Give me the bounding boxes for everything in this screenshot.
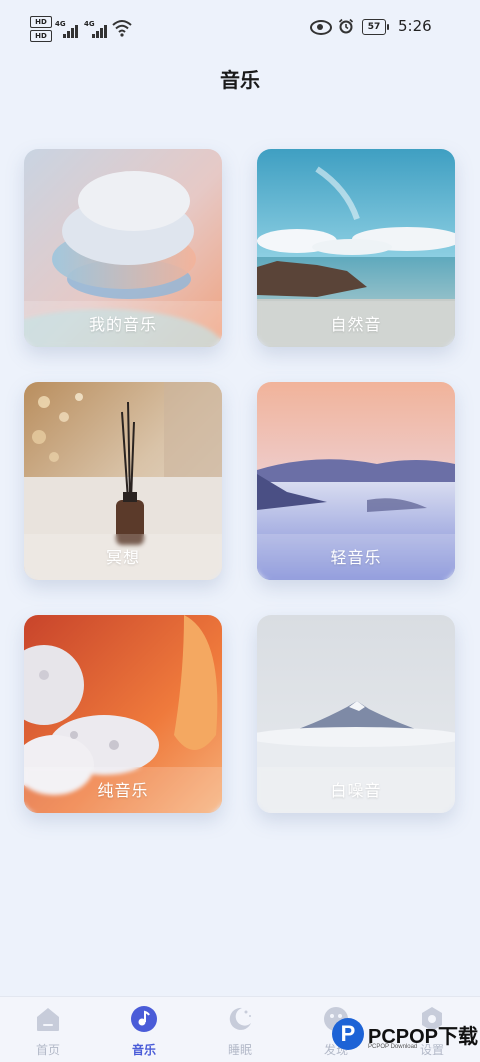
card-nature-sounds[interactable]: 自然音: [257, 149, 455, 347]
page-title: 音乐: [220, 68, 260, 92]
hd-badge: HD: [30, 30, 52, 42]
home-icon: [37, 1008, 59, 1031]
pcpop-watermark: P PCPOP下载 PCPOP Download: [330, 1014, 480, 1061]
music-note-icon: [131, 1006, 157, 1032]
tab-label: 音乐: [131, 1043, 156, 1057]
moon-icon: [229, 1007, 251, 1030]
eye-icon: [310, 20, 332, 35]
watermark-sub: PCPOP Download: [368, 1044, 418, 1050]
card-label: 冥想: [105, 548, 140, 567]
cell-signal-icon: 4G: [55, 20, 81, 38]
card-white-noise[interactable]: 白噪音: [257, 615, 455, 813]
status-right: 57 5:26: [310, 17, 450, 40]
status-bar: HD HD 4G 4G 57 5:26: [0, 0, 480, 52]
card-light-music[interactable]: 轻音乐: [257, 382, 455, 580]
hd-badge: HD: [30, 16, 52, 28]
network-type: 4G: [55, 20, 66, 28]
battery-icon: 57: [362, 19, 389, 35]
card-label: 我的音乐: [88, 315, 157, 334]
card-label: 纯音乐: [97, 781, 149, 800]
network-type: 4G: [84, 20, 95, 28]
tab-music[interactable]: 音乐: [104, 997, 184, 1062]
clock: 5:26: [398, 17, 432, 35]
alarm-icon: [338, 18, 354, 34]
tab-label: 首页: [35, 1043, 60, 1057]
card-pure-music[interactable]: 纯音乐: [24, 615, 222, 813]
card-my-music[interactable]: 我的音乐: [24, 149, 222, 347]
tab-label: 睡眠: [227, 1043, 252, 1057]
card-meditation[interactable]: 冥想: [24, 382, 222, 580]
cell-signal-icon: 4G: [84, 20, 110, 38]
pcpop-logo-icon: P: [332, 1018, 364, 1050]
card-label: 自然音: [330, 315, 382, 334]
tab-home[interactable]: 首页: [8, 997, 88, 1062]
card-label: 白噪音: [330, 781, 382, 800]
tab-sleep[interactable]: 睡眠: [200, 997, 280, 1062]
card-label: 轻音乐: [330, 548, 382, 567]
status-left: HD HD 4G 4G: [30, 16, 140, 44]
wifi-icon: [112, 20, 132, 37]
